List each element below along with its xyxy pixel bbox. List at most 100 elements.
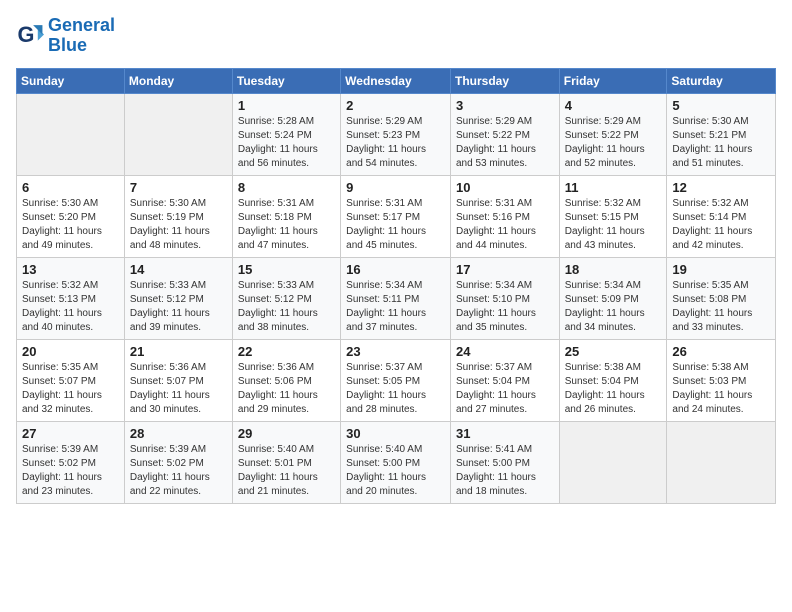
day-number: 1 xyxy=(238,98,335,113)
day-info: Sunrise: 5:31 AMSunset: 5:17 PMDaylight:… xyxy=(346,197,445,253)
day-info: Sunrise: 5:32 AMSunset: 5:14 PMDaylight:… xyxy=(672,197,770,253)
day-number: 28 xyxy=(130,426,227,441)
calendar-cell xyxy=(124,93,232,175)
calendar-cell: 20 Sunrise: 5:35 AMSunset: 5:07 PMDayligh… xyxy=(17,339,125,421)
day-info: Sunrise: 5:33 AMSunset: 5:12 PMDaylight:… xyxy=(130,279,227,335)
week-row-1: 6 Sunrise: 5:30 AMSunset: 5:20 PMDaylight… xyxy=(17,175,776,257)
calendar-cell xyxy=(17,93,125,175)
day-info: Sunrise: 5:30 AMSunset: 5:19 PMDaylight:… xyxy=(130,197,227,253)
logo-icon: G xyxy=(16,22,44,50)
day-info: Sunrise: 5:36 AMSunset: 5:07 PMDaylight:… xyxy=(130,361,227,417)
day-number: 20 xyxy=(22,344,119,359)
day-number: 9 xyxy=(346,180,445,195)
day-number: 13 xyxy=(22,262,119,277)
header-monday: Monday xyxy=(124,68,232,93)
day-number: 23 xyxy=(346,344,445,359)
week-row-2: 13Sunrise: 5:32 AMSunset: 5:13 PMDayligh… xyxy=(17,257,776,339)
day-info: Sunrise: 5:29 AMSunset: 5:22 PMDaylight:… xyxy=(456,115,554,171)
calendar-cell: 18 Sunrise: 5:34 AMSunset: 5:09 PMDayligh… xyxy=(559,257,667,339)
day-number: 14 xyxy=(130,262,227,277)
header-row: SundayMondayTuesdayWednesdayThursdayFrid… xyxy=(17,68,776,93)
calendar-cell: 28 Sunrise: 5:39 AMSunset: 5:02 PMDayligh… xyxy=(124,421,232,503)
page-header: G General Blue xyxy=(16,16,776,56)
calendar-cell: 29Sunrise: 5:40 AMSunset: 5:01 PMDayligh… xyxy=(232,421,340,503)
day-number: 12 xyxy=(672,180,770,195)
day-number: 11 xyxy=(565,180,662,195)
day-number: 16 xyxy=(346,262,445,277)
calendar-cell: 25 Sunrise: 5:38 AMSunset: 5:04 PMDayligh… xyxy=(559,339,667,421)
day-number: 24 xyxy=(456,344,554,359)
day-number: 8 xyxy=(238,180,335,195)
calendar-cell: 2 Sunrise: 5:29 AMSunset: 5:23 PMDaylight… xyxy=(341,93,451,175)
day-number: 25 xyxy=(565,344,662,359)
day-info: Sunrise: 5:38 AMSunset: 5:03 PMDaylight:… xyxy=(672,361,770,417)
day-number: 3 xyxy=(456,98,554,113)
day-info: Sunrise: 5:39 AMSunset: 5:02 PMDaylight:… xyxy=(22,443,119,499)
day-info: Sunrise: 5:34 AMSunset: 5:09 PMDaylight:… xyxy=(565,279,662,335)
day-number: 2 xyxy=(346,98,445,113)
calendar-cell: 7 Sunrise: 5:30 AMSunset: 5:19 PMDaylight… xyxy=(124,175,232,257)
calendar-cell: 11 Sunrise: 5:32 AMSunset: 5:15 PMDayligh… xyxy=(559,175,667,257)
day-info: Sunrise: 5:33 AMSunset: 5:12 PMDaylight:… xyxy=(238,279,335,335)
day-number: 27 xyxy=(22,426,119,441)
calendar-cell: 4Sunrise: 5:29 AMSunset: 5:22 PMDaylight… xyxy=(559,93,667,175)
day-info: Sunrise: 5:35 AMSunset: 5:08 PMDaylight:… xyxy=(672,279,770,335)
day-number: 29 xyxy=(238,426,335,441)
calendar-cell: 12 Sunrise: 5:32 AMSunset: 5:14 PMDayligh… xyxy=(667,175,776,257)
day-number: 19 xyxy=(672,262,770,277)
calendar-cell: 26Sunrise: 5:38 AMSunset: 5:03 PMDayligh… xyxy=(667,339,776,421)
calendar-cell: 30 Sunrise: 5:40 AMSunset: 5:00 PMDayligh… xyxy=(341,421,451,503)
header-saturday: Saturday xyxy=(667,68,776,93)
week-row-0: 1 Sunrise: 5:28 AMSunset: 5:24 PMDaylight… xyxy=(17,93,776,175)
day-number: 22 xyxy=(238,344,335,359)
day-info: Sunrise: 5:31 AMSunset: 5:16 PMDaylight:… xyxy=(456,197,554,253)
day-number: 21 xyxy=(130,344,227,359)
week-row-3: 20 Sunrise: 5:35 AMSunset: 5:07 PMDayligh… xyxy=(17,339,776,421)
calendar-cell: 3 Sunrise: 5:29 AMSunset: 5:22 PMDaylight… xyxy=(450,93,559,175)
header-tuesday: Tuesday xyxy=(232,68,340,93)
header-sunday: Sunday xyxy=(17,68,125,93)
calendar-cell xyxy=(667,421,776,503)
day-number: 6 xyxy=(22,180,119,195)
calendar-cell: 14 Sunrise: 5:33 AMSunset: 5:12 PMDayligh… xyxy=(124,257,232,339)
svg-text:G: G xyxy=(18,22,35,47)
header-friday: Friday xyxy=(559,68,667,93)
day-number: 31 xyxy=(456,426,554,441)
day-info: Sunrise: 5:28 AMSunset: 5:24 PMDaylight:… xyxy=(238,115,335,171)
calendar-table: SundayMondayTuesdayWednesdayThursdayFrid… xyxy=(16,68,776,504)
calendar-cell: 8Sunrise: 5:31 AMSunset: 5:18 PMDaylight… xyxy=(232,175,340,257)
day-info: Sunrise: 5:39 AMSunset: 5:02 PMDaylight:… xyxy=(130,443,227,499)
calendar-body: 1 Sunrise: 5:28 AMSunset: 5:24 PMDaylight… xyxy=(17,93,776,503)
calendar-cell: 24 Sunrise: 5:37 AMSunset: 5:04 PMDayligh… xyxy=(450,339,559,421)
day-info: Sunrise: 5:38 AMSunset: 5:04 PMDaylight:… xyxy=(565,361,662,417)
header-thursday: Thursday xyxy=(450,68,559,93)
day-info: Sunrise: 5:36 AMSunset: 5:06 PMDaylight:… xyxy=(238,361,335,417)
day-number: 10 xyxy=(456,180,554,195)
day-info: Sunrise: 5:32 AMSunset: 5:15 PMDaylight:… xyxy=(565,197,662,253)
calendar-cell: 15 Sunrise: 5:33 AMSunset: 5:12 PMDayligh… xyxy=(232,257,340,339)
day-info: Sunrise: 5:37 AMSunset: 5:04 PMDaylight:… xyxy=(456,361,554,417)
week-row-4: 27 Sunrise: 5:39 AMSunset: 5:02 PMDayligh… xyxy=(17,421,776,503)
calendar-cell: 23 Sunrise: 5:37 AMSunset: 5:05 PMDayligh… xyxy=(341,339,451,421)
calendar-cell: 17Sunrise: 5:34 AMSunset: 5:10 PMDayligh… xyxy=(450,257,559,339)
day-number: 30 xyxy=(346,426,445,441)
calendar-cell: 21 Sunrise: 5:36 AMSunset: 5:07 PMDayligh… xyxy=(124,339,232,421)
day-info: Sunrise: 5:40 AMSunset: 5:00 PMDaylight:… xyxy=(346,443,445,499)
day-number: 18 xyxy=(565,262,662,277)
logo-text: General Blue xyxy=(48,16,115,56)
calendar-cell: 5Sunrise: 5:30 AMSunset: 5:21 PMDaylight… xyxy=(667,93,776,175)
calendar-header: SundayMondayTuesdayWednesdayThursdayFrid… xyxy=(17,68,776,93)
day-number: 4 xyxy=(565,98,662,113)
day-info: Sunrise: 5:34 AMSunset: 5:11 PMDaylight:… xyxy=(346,279,445,335)
day-number: 15 xyxy=(238,262,335,277)
day-number: 17 xyxy=(456,262,554,277)
calendar-cell: 10 Sunrise: 5:31 AMSunset: 5:16 PMDayligh… xyxy=(450,175,559,257)
calendar-cell: 19 Sunrise: 5:35 AMSunset: 5:08 PMDayligh… xyxy=(667,257,776,339)
calendar-cell: 16 Sunrise: 5:34 AMSunset: 5:11 PMDayligh… xyxy=(341,257,451,339)
day-info: Sunrise: 5:29 AMSunset: 5:23 PMDaylight:… xyxy=(346,115,445,171)
day-info: Sunrise: 5:37 AMSunset: 5:05 PMDaylight:… xyxy=(346,361,445,417)
day-info: Sunrise: 5:30 AMSunset: 5:20 PMDaylight:… xyxy=(22,197,119,253)
calendar-cell xyxy=(559,421,667,503)
day-number: 7 xyxy=(130,180,227,195)
day-info: Sunrise: 5:35 AMSunset: 5:07 PMDaylight:… xyxy=(22,361,119,417)
